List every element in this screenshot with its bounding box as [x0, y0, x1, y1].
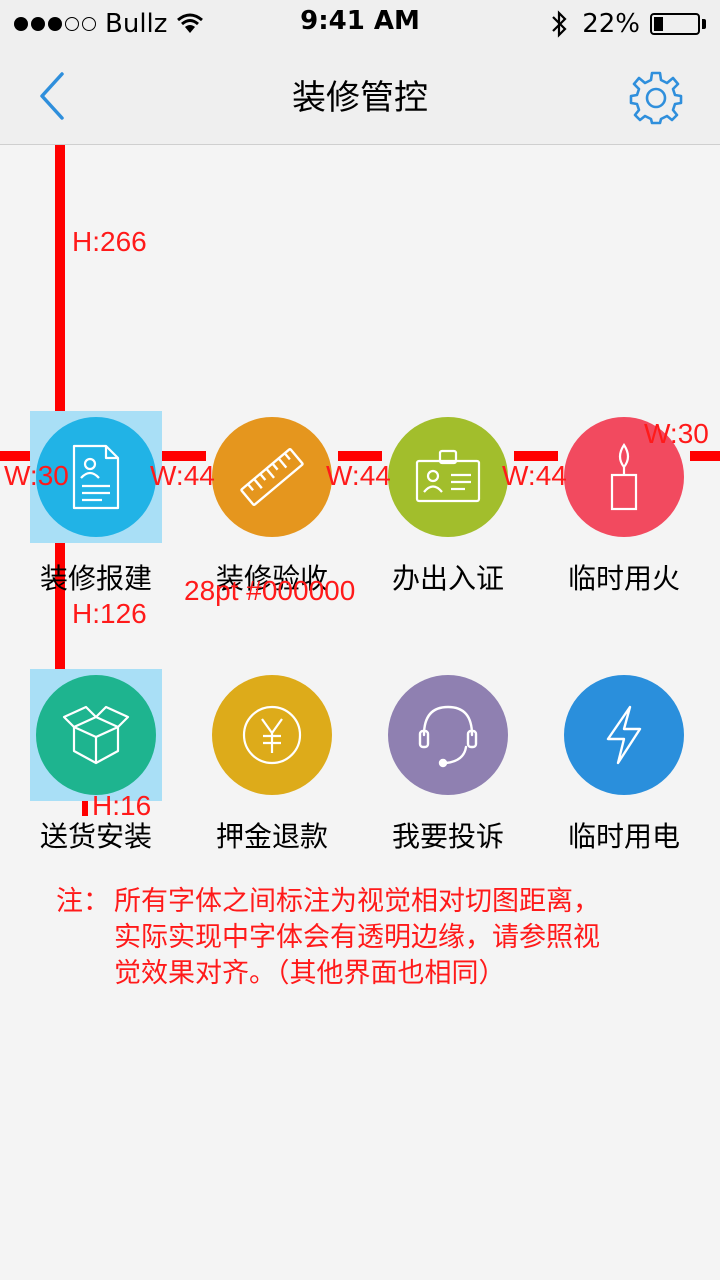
- icon-circle: [212, 417, 332, 537]
- id-badge-icon: [415, 449, 481, 503]
- annotation-line-h266: [55, 145, 65, 411]
- annotation-w44-3: W:44: [502, 460, 567, 491]
- design-note: 注： 所有字体之间标注为视觉相对切图距离， 实际实现中字体会有透明边缘，请参照视…: [56, 884, 676, 992]
- grid-item-label: 装修报建: [39, 562, 152, 595]
- icon-circle: [388, 675, 508, 795]
- icon-circle: [564, 675, 684, 795]
- grid-item-deposit-refund[interactable]: 押金退款: [184, 675, 360, 855]
- icon-circle: [36, 675, 156, 795]
- status-bar: Bullz 9:41 AM 22%: [0, 0, 720, 48]
- nav-bar: 装修管控: [0, 48, 720, 145]
- icon-circle: [388, 417, 508, 537]
- grid-item-label: 临时用电: [567, 820, 680, 853]
- status-right: 22%: [550, 8, 706, 40]
- note-prefix: 注：: [56, 886, 110, 917]
- battery-percent: 22%: [582, 9, 640, 39]
- battery-cap: [702, 19, 706, 29]
- annotation-h126: H:126: [72, 598, 147, 629]
- note-row: 实际实现中字体会有透明边缘，请参照视: [56, 920, 676, 956]
- note-row: 觉效果对齐。（其他界面也相同）: [56, 956, 676, 992]
- gear-icon: [629, 71, 683, 125]
- grid-item-label: 押金退款: [215, 820, 328, 853]
- bluetooth-icon: [552, 10, 567, 38]
- lightning-icon: [606, 705, 642, 765]
- annotation-w30-left: W:30: [4, 460, 69, 491]
- settings-button[interactable]: [626, 68, 686, 128]
- note-indent: [56, 956, 114, 992]
- battery-fill: [654, 17, 663, 31]
- candle-icon: [610, 443, 638, 511]
- grid-item-label: 临时用火: [567, 562, 680, 595]
- document-person-icon: [72, 444, 120, 510]
- grid-item-delivery-install[interactable]: 送货安装: [8, 675, 184, 855]
- ruler-icon: [240, 447, 304, 507]
- note-indent: [56, 920, 114, 956]
- grid-item-label: 我要投诉: [391, 820, 504, 853]
- page-title: 装修管控: [292, 78, 428, 118]
- annotation-w30-right: W:30: [644, 418, 709, 449]
- headset-icon: [418, 705, 478, 768]
- note-row: 注： 所有字体之间标注为视觉相对切图距离，: [56, 884, 676, 920]
- annotation-w44-1: W:44: [150, 460, 215, 491]
- grid-item-renovation-acceptance[interactable]: 装修验收: [184, 417, 360, 597]
- grid-item-label: 办出入证: [391, 562, 504, 595]
- note-line-2: 实际实现中字体会有透明边缘，请参照视: [114, 922, 600, 953]
- annotation-w44-2: W:44: [326, 460, 391, 491]
- note-line-3: 觉效果对齐。（其他界面也相同）: [114, 958, 506, 989]
- note-line-1: 所有字体之间标注为视觉相对切图距离，: [114, 886, 600, 917]
- yen-icon: [242, 705, 302, 765]
- annotation-font-spec: 28pt #000000: [184, 575, 356, 606]
- grid-item-complaint[interactable]: 我要投诉: [360, 675, 536, 855]
- annotation-h266: H:266: [72, 226, 147, 257]
- icon-circle: [212, 675, 332, 795]
- grid-item-renovation-filing[interactable]: 装修报建: [8, 417, 184, 597]
- box-icon: [62, 705, 130, 765]
- annotation-h16: H:16: [92, 790, 152, 821]
- grid-item-temporary-power[interactable]: 临时用电: [536, 675, 712, 855]
- grid-item-access-pass[interactable]: 办出入证: [360, 417, 536, 597]
- battery-icon: [650, 13, 700, 35]
